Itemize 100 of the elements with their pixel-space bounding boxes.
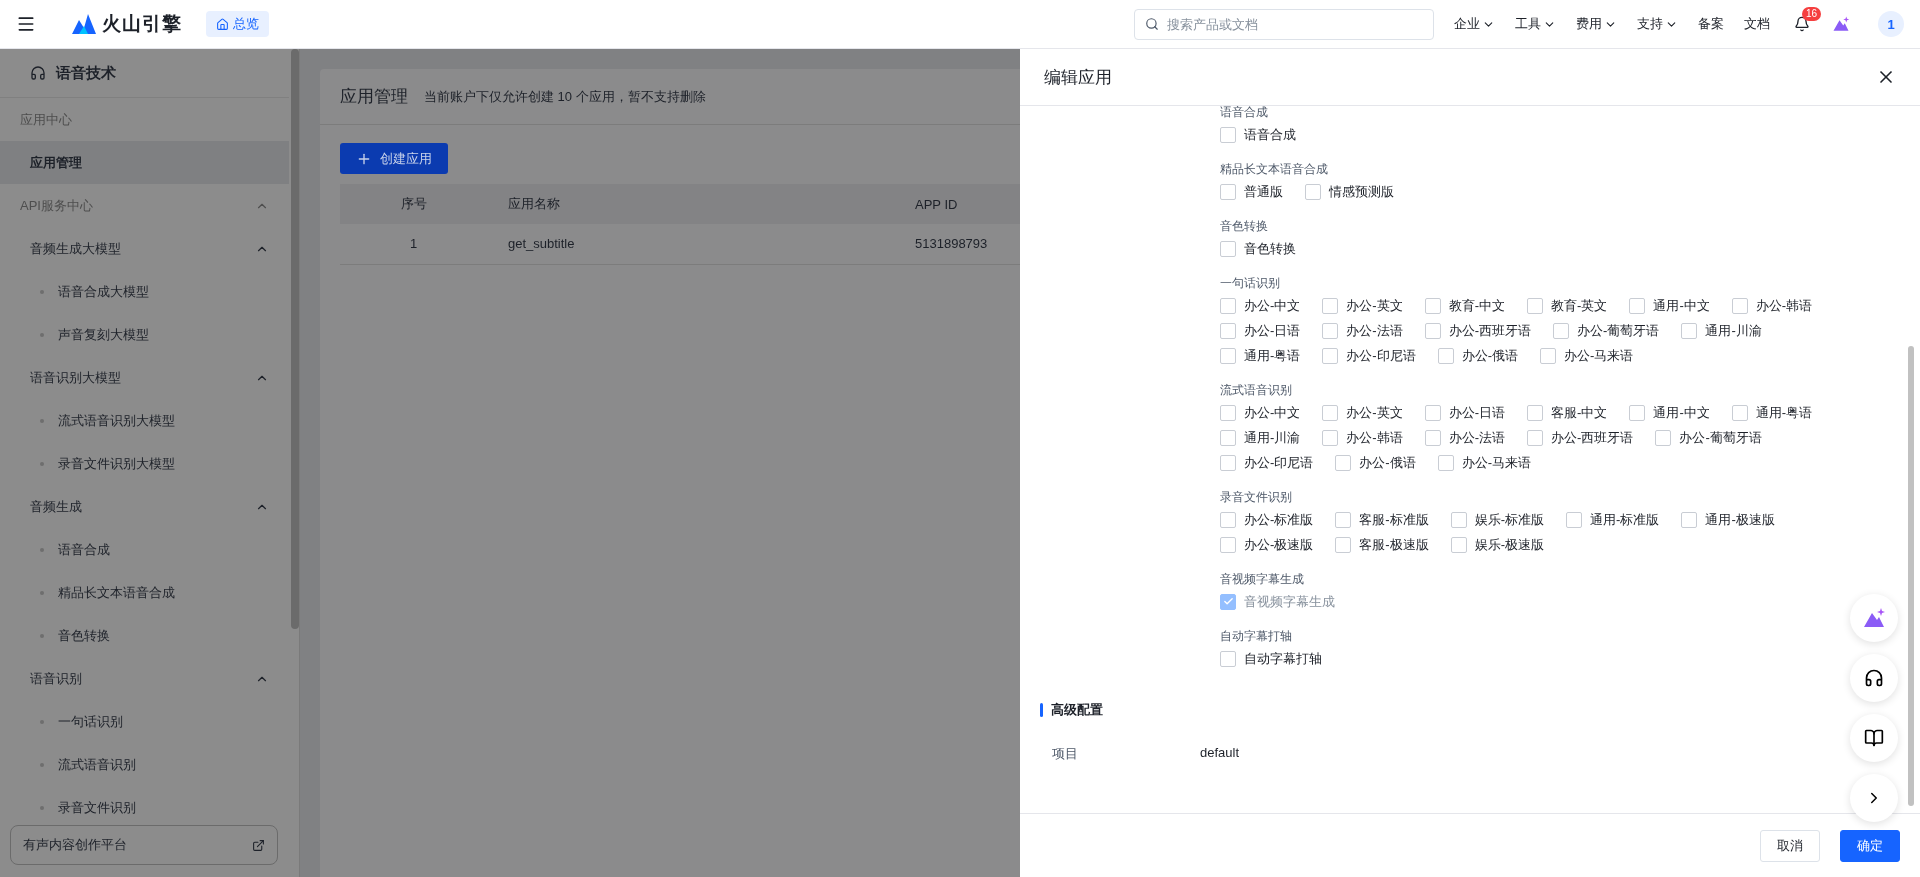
checkbox[interactable] — [1220, 404, 1236, 421]
scrollbar[interactable] — [1908, 346, 1914, 806]
sidebar-item[interactable]: 声音复刻大模型 — [58, 325, 149, 344]
checkbox[interactable] — [1540, 347, 1557, 364]
checkbox[interactable] — [1424, 429, 1441, 446]
checkbox[interactable] — [1424, 322, 1441, 339]
checkbox[interactable] — [1553, 322, 1570, 339]
checkbox[interactable] — [1527, 297, 1544, 314]
checkbox[interactable] — [1437, 454, 1454, 471]
confirm-button[interactable]: 确定 — [1840, 829, 1900, 862]
sidebar-item[interactable]: 语音合成大模型 — [58, 282, 149, 301]
headset-icon — [30, 65, 46, 81]
group-label: 音视频字幕生成 — [1220, 571, 1305, 588]
checkbox[interactable] — [1566, 511, 1583, 528]
expand-button[interactable] — [1850, 774, 1898, 822]
nav-menu-item[interactable]: 备案 — [1698, 15, 1724, 33]
sidebar-item[interactable]: 语音合成 — [58, 540, 110, 559]
checkbox-label: 办公-葡萄牙语 — [1577, 321, 1660, 340]
nav-menu-item[interactable]: 企业 — [1454, 15, 1495, 33]
home-tab[interactable]: 总览 — [206, 11, 269, 37]
nav-menu-item[interactable]: 文档 — [1744, 15, 1770, 33]
checkbox-label: 娱乐-极速版 — [1474, 535, 1545, 554]
checkbox[interactable] — [1220, 322, 1236, 339]
sidebar-group[interactable]: 语音识别大模型 — [30, 368, 121, 387]
ai-assistant-button[interactable] — [1850, 594, 1898, 642]
checkbox[interactable] — [1220, 536, 1236, 553]
nav-menu-item[interactable]: 费用 — [1576, 15, 1617, 33]
checkbox-label: 办公-中文 — [1244, 296, 1301, 315]
sidebar-item[interactable]: 音色转换 — [58, 626, 110, 645]
table-cell: get_subtitle — [488, 224, 895, 264]
home-icon — [216, 17, 229, 31]
checkbox[interactable] — [1681, 322, 1698, 339]
checkbox[interactable] — [1305, 183, 1321, 200]
checkbox[interactable] — [1681, 511, 1698, 528]
page-note: 当前账户下仅允许创建 10 个应用，暂不支持删除 — [424, 87, 706, 106]
checkbox[interactable] — [1322, 347, 1339, 364]
checkbox-label: 办公-法语 — [1346, 321, 1403, 340]
checkbox-label: 客服-中文 — [1551, 403, 1608, 422]
checkbox[interactable] — [1450, 536, 1467, 553]
checkbox[interactable] — [1220, 183, 1236, 200]
sidebar-group[interactable]: 音频生成 — [30, 497, 82, 516]
checkbox[interactable] — [1437, 347, 1454, 364]
check-icon — [1222, 596, 1234, 607]
checkbox[interactable] — [1220, 297, 1236, 314]
checkbox-label: 通用-中文 — [1653, 403, 1710, 422]
bell-icon[interactable] — [1794, 16, 1810, 32]
cancel-button[interactable]: 取消 — [1760, 829, 1820, 862]
checkbox-label: 办公-英文 — [1346, 296, 1403, 315]
checkbox-label: 音色转换 — [1244, 239, 1296, 258]
headset-icon — [1864, 668, 1884, 688]
checkbox[interactable] — [1220, 454, 1236, 471]
checkbox[interactable] — [1335, 536, 1352, 553]
checkbox-label: 客服-极速版 — [1359, 535, 1429, 554]
checkbox-label: 通用-中文 — [1653, 296, 1710, 315]
checkbox[interactable] — [1424, 297, 1441, 314]
checkbox[interactable] — [1450, 511, 1467, 528]
sidebar-item[interactable]: 精品长文本语音合成 — [58, 583, 175, 602]
checkbox[interactable] — [1629, 297, 1646, 314]
checkbox[interactable] — [1220, 511, 1236, 528]
checkbox[interactable] — [1322, 404, 1339, 421]
docs-button[interactable] — [1850, 714, 1898, 762]
checkbox[interactable] — [1220, 126, 1236, 143]
nav-menu-item[interactable]: 工具 — [1515, 15, 1556, 33]
sidebar-group[interactable]: 音频生成大模型 — [30, 239, 121, 258]
checkbox-label: 办公-马来语 — [1461, 453, 1532, 472]
sidebar-item[interactable]: 录音文件识别大模型 — [58, 454, 175, 473]
checkbox[interactable] — [1731, 404, 1748, 421]
checkbox[interactable] — [1424, 404, 1441, 421]
checkbox[interactable] — [1731, 297, 1748, 314]
checkbox[interactable] — [1527, 429, 1544, 446]
platform-link[interactable]: 有声内容创作平台 — [10, 825, 278, 865]
menu-icon[interactable] — [16, 14, 36, 34]
create-app-button[interactable]: 创建应用 — [340, 143, 448, 174]
checkbox[interactable] — [1220, 240, 1236, 257]
checkbox[interactable] — [1322, 322, 1339, 339]
page-title: 应用管理 — [340, 86, 408, 108]
checkbox[interactable] — [1322, 429, 1339, 446]
sidebar-item[interactable]: 流式语音识别 — [58, 755, 136, 774]
checkbox[interactable] — [1220, 650, 1236, 667]
checkbox-label: 办公-俄语 — [1461, 346, 1519, 365]
user-avatar[interactable]: 1 — [1878, 11, 1904, 37]
checkbox[interactable] — [1629, 404, 1646, 421]
search-field[interactable]: 搜索产品或文档 — [1134, 8, 1434, 40]
checkbox[interactable] — [1335, 454, 1352, 471]
checkbox[interactable] — [1220, 347, 1236, 364]
checkbox-label: 办公-中文 — [1244, 403, 1301, 422]
checkbox-label: 办公-韩语 — [1755, 296, 1813, 315]
support-button[interactable] — [1850, 654, 1898, 702]
nav-menu-item[interactable]: 支持 — [1637, 15, 1678, 33]
checkbox[interactable] — [1220, 429, 1236, 446]
sidebar-item[interactable]: 应用管理 — [0, 141, 289, 184]
checkbox[interactable] — [1335, 511, 1352, 528]
sidebar-item[interactable]: 录音文件识别 — [58, 798, 136, 817]
sidebar-group[interactable]: 语音识别 — [30, 669, 82, 688]
scrollbar[interactable] — [291, 49, 299, 629]
sidebar-item[interactable]: 流式语音识别大模型 — [58, 411, 175, 430]
checkbox[interactable] — [1655, 429, 1672, 446]
sidebar-group[interactable]: API服务中心 — [20, 196, 93, 215]
checkbox[interactable] — [1527, 404, 1544, 421]
checkbox[interactable] — [1322, 297, 1339, 314]
